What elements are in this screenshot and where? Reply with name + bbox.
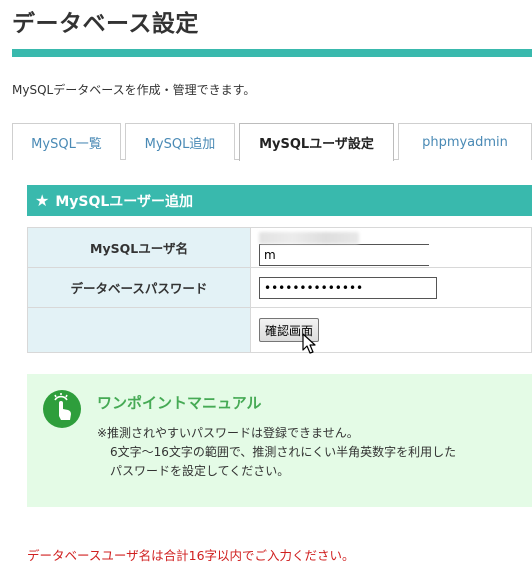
section-header: ★ MySQLユーザー追加 (27, 185, 532, 216)
actions-cell: 確認画面 (250, 307, 532, 353)
empty-label-cell (27, 307, 251, 353)
form-row-username: MySQLユーザ名 (27, 227, 532, 268)
one-point-manual: ワンポイントマニュアル ※推測されやすいパスワードは登録できません。 6文字～1… (27, 374, 532, 507)
star-icon: ★ (35, 191, 50, 210)
username-length-note: データベースユーザ名は合計16字以内でご入力ください。 (27, 548, 355, 563)
manual-title: ワンポイントマニュアル (97, 394, 262, 412)
manual-text: ※推測されやすいパスワードは登録できません。 6文字～16文字の範囲で、推測され… (97, 424, 456, 481)
manual-line: ※推測されやすいパスワードは登録できません。 (97, 426, 359, 440)
password-label: データベースパスワード (27, 267, 251, 308)
page-title: データベース設定 (12, 11, 199, 37)
tab-mysql-list[interactable]: MySQL一覧 (12, 123, 121, 160)
password-field-cell (250, 267, 532, 308)
section-title: MySQLユーザー追加 (55, 193, 194, 210)
username-label: MySQLユーザ名 (27, 227, 251, 268)
tab-bar: MySQL一覧 MySQL追加 MySQLユーザ設定 phpmyadmin (12, 123, 532, 161)
mouse-cursor-icon (302, 333, 316, 354)
username-field-cell (250, 227, 532, 268)
page: データベース設定 MySQLデータベースを作成・管理できます。 MySQL一覧 … (0, 0, 532, 573)
tab-phpmyadmin[interactable]: phpmyadmin (398, 123, 532, 160)
manual-line: 6文字～16文字の範囲で、推測されにくい半角英数字を利用した (110, 445, 457, 459)
form-row-actions: 確認画面 (27, 307, 532, 353)
tab-mysql-user-settings[interactable]: MySQLユーザ設定 (239, 123, 394, 161)
hand-pointer-icon (43, 390, 81, 428)
username-prefix-redacted (259, 231, 359, 244)
page-description: MySQLデータベースを作成・管理できます。 (12, 83, 256, 97)
password-input[interactable] (259, 276, 437, 299)
manual-line: パスワードを設定してください。 (110, 464, 290, 478)
title-accent-bar (12, 49, 532, 57)
form-row-password: データベースパスワード (27, 267, 532, 308)
tab-mysql-add[interactable]: MySQL追加 (125, 123, 235, 160)
username-input[interactable] (259, 244, 429, 266)
user-add-form: MySQLユーザ名 データベースパスワード 確認画面 (27, 227, 532, 353)
